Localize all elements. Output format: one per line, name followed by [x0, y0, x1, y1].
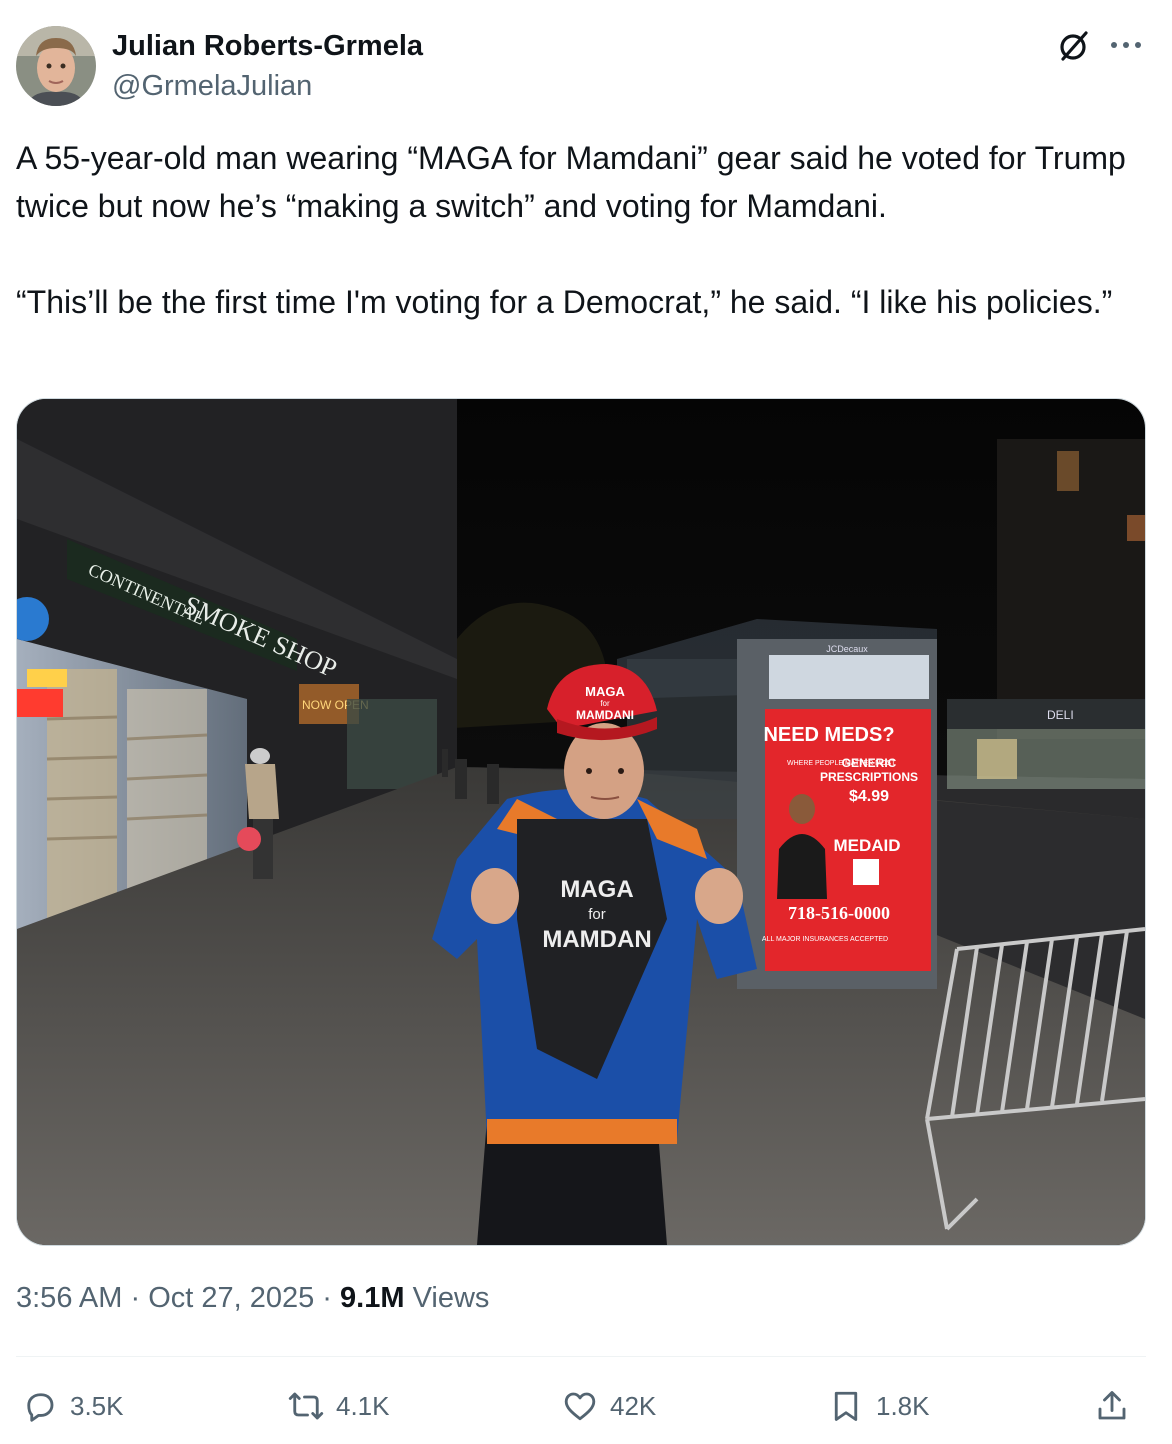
hat-text-2: for — [600, 699, 610, 708]
ad-brand: JCDecaux — [826, 644, 868, 654]
bookmark-count: 1.8K — [876, 1390, 930, 1421]
more-icon[interactable] — [1106, 30, 1146, 60]
avatar-image — [16, 26, 96, 106]
tweet-paragraph: A 55-year-old man wearing “MAGA for Mamd… — [16, 140, 1126, 224]
like-button[interactable]: 42K — [562, 1384, 656, 1428]
street-photo: CONTINENTAL SMOKE SHOP NOW OPEN JCDecaux… — [17, 399, 1145, 1245]
grok-icon[interactable] — [1056, 28, 1092, 64]
shirt-text-2: for — [588, 906, 606, 923]
share-button[interactable] — [1094, 1384, 1142, 1428]
like-count: 42K — [610, 1390, 657, 1421]
action-bar: 3.5K 4.1K 42K 1.8K — [16, 1384, 1146, 1428]
views-count: 9.1M — [340, 1282, 405, 1314]
ad-phone: 718-516-0000 — [788, 903, 890, 923]
ad-sub-2: PRESCRIPTIONS — [820, 770, 918, 784]
author-name[interactable]: Julian Roberts-Grmela — [112, 30, 423, 63]
ad-price: $4.99 — [849, 788, 889, 805]
share-icon — [1098, 1391, 1126, 1420]
reply-count: 3.5K — [70, 1390, 124, 1421]
hat-text-1: MAGA — [585, 684, 625, 699]
like-icon — [564, 1392, 596, 1421]
tweet-photo[interactable]: CONTINENTAL SMOKE SHOP NOW OPEN JCDecaux… — [16, 398, 1146, 1246]
avatar[interactable] — [16, 26, 96, 106]
repost-icon — [288, 1392, 324, 1420]
views-label: Views — [404, 1282, 490, 1314]
tweet-meta: 3:56 AM · Oct 27, 2025 · 9.1M Views — [16, 1282, 489, 1315]
deli-storefront: DELI — [947, 699, 1145, 789]
meta-separator: · — [314, 1282, 341, 1314]
tweet-header: Julian Roberts-Grmela @GrmelaJulian — [16, 24, 1156, 108]
tweet-date[interactable]: Oct 27, 2025 — [148, 1282, 314, 1314]
tweet-text: A 55-year-old man wearing “MAGA for Mamd… — [16, 134, 1156, 326]
reply-icon — [27, 1393, 54, 1422]
ad-headline: NEED MEDS? — [763, 724, 894, 746]
bookmark-button[interactable]: 1.8K — [828, 1384, 930, 1428]
repost-button[interactable]: 4.1K — [288, 1384, 390, 1428]
bookmark-icon — [834, 1391, 858, 1421]
divider — [16, 1356, 1146, 1357]
ad-logo: MEDAID — [833, 836, 900, 855]
meta-separator: · — [122, 1282, 149, 1314]
svg-text:DELI: DELI — [1047, 708, 1074, 722]
tweet-paragraph: “This’ll be the first time I'm voting fo… — [16, 284, 1113, 320]
reply-button[interactable]: 3.5K — [22, 1384, 124, 1428]
hat-text-3: MAMDANI — [576, 708, 634, 722]
shirt-text-3: MAMDAN — [542, 926, 651, 953]
ad-insurance: ALL MAJOR INSURANCES ACCEPTED — [762, 936, 888, 943]
shirt-text-1: MAGA — [560, 876, 633, 903]
ad-tag: WHERE PEOPLE MATTER MOST — [787, 760, 896, 767]
repost-count: 4.1K — [336, 1390, 390, 1421]
author-handle[interactable]: @GrmelaJulian — [112, 70, 312, 103]
tweet-time[interactable]: 3:56 AM — [16, 1282, 122, 1314]
